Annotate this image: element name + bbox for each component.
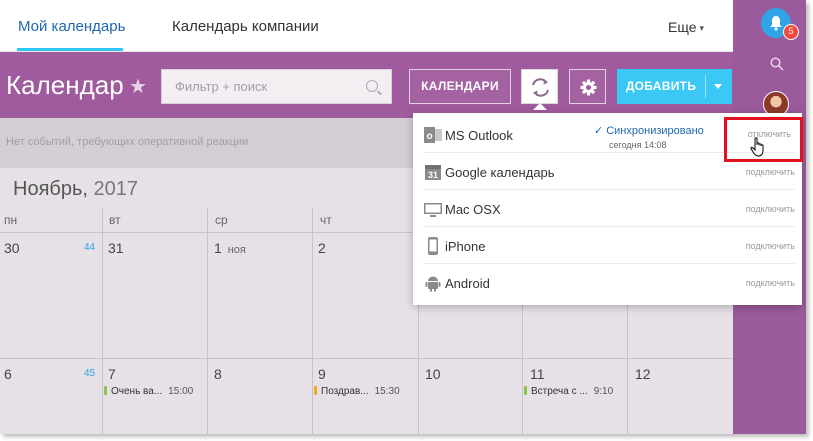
- weekday-label: ср: [215, 213, 228, 227]
- more-menu[interactable]: Еще ▾: [668, 19, 704, 35]
- add-button-divider: [705, 75, 706, 98]
- event-color-dot: [314, 386, 317, 395]
- week-number: 44: [84, 242, 96, 253]
- grid-line: [102, 208, 103, 434]
- calendar-event[interactable]: Поздрав... 15:30: [314, 386, 400, 397]
- add-dropdown-arrow-icon[interactable]: [714, 84, 722, 89]
- sync-status-label: Синхронизировано: [606, 125, 704, 137]
- caret-down-icon: ▾: [699, 22, 705, 33]
- day-cell[interactable]: 1 ноя: [214, 240, 246, 256]
- event-title: Поздрав...: [321, 386, 369, 397]
- monitor-icon: [424, 203, 442, 217]
- calendar-event[interactable]: Встреча с ... 9:10: [524, 386, 613, 397]
- add-button-label: ДОБАВИТЬ: [625, 79, 697, 93]
- event-color-dot: [524, 386, 527, 395]
- day-cell[interactable]: 6: [4, 366, 12, 382]
- connect-link[interactable]: подключить: [746, 204, 795, 214]
- calendars-button[interactable]: КАЛЕНДАРИ: [409, 69, 511, 104]
- svg-text:o: o: [426, 131, 432, 142]
- sync-item-label: iPhone: [445, 239, 486, 254]
- search-icon: [770, 57, 784, 71]
- sidebar-search-button[interactable]: [770, 57, 784, 76]
- grid-line: [312, 208, 313, 434]
- connect-link[interactable]: подключить: [746, 241, 795, 251]
- iphone-icon: [428, 237, 438, 255]
- connect-link[interactable]: подключить: [746, 278, 795, 288]
- day-cell[interactable]: 11: [530, 366, 545, 382]
- day-cell[interactable]: 7: [108, 366, 116, 382]
- active-tab-indicator: [17, 48, 123, 51]
- svg-text:31: 31: [428, 170, 438, 180]
- weekday-label: чт: [320, 213, 332, 227]
- search-box[interactable]: [161, 69, 392, 104]
- top-tab-bar: Мой календарь Календарь компании Еще ▾: [0, 0, 733, 52]
- sync-status: ✓ Синхронизировано: [594, 124, 704, 137]
- month-title: Ноябрь, 2017: [13, 178, 138, 201]
- day-cell[interactable]: 10: [425, 366, 441, 382]
- day-cell[interactable]: 2: [318, 240, 326, 256]
- notifications-badge: 5: [783, 24, 799, 40]
- sync-item-android[interactable]: Android подключить: [423, 265, 795, 301]
- star-icon[interactable]: ★: [129, 74, 147, 99]
- app-window: Мой календарь Календарь компании Еще ▾ Ка…: [0, 0, 806, 434]
- sync-item-label: MS Outlook: [445, 128, 513, 143]
- notice-text: Нет событий, требующих оперативной реакц…: [6, 136, 249, 148]
- event-time: 15:00: [168, 386, 194, 397]
- month-suffix: ноя: [227, 244, 246, 256]
- day-cell[interactable]: 8: [214, 366, 222, 382]
- day-cell[interactable]: 12: [635, 366, 651, 382]
- calendar-header: Календарь ★ КАЛЕНДАРИ: [0, 52, 733, 118]
- outlook-icon: o: [424, 127, 442, 143]
- day-cell[interactable]: 30: [4, 240, 20, 256]
- week-number: 45: [84, 368, 96, 379]
- bell-icon: [770, 16, 782, 31]
- sync-item-mac[interactable]: Mac OSX подключить: [423, 191, 795, 227]
- day-number: 1: [214, 240, 222, 256]
- page-title: Календарь: [6, 70, 124, 100]
- sync-icon: [532, 78, 549, 97]
- sync-item-label: Google календарь: [445, 165, 555, 180]
- google-calendar-icon: 31: [425, 165, 441, 180]
- tab-company-calendar[interactable]: Календарь компании: [172, 18, 319, 35]
- hand-cursor-icon: [750, 137, 764, 157]
- sync-item-label: Mac OSX: [445, 202, 501, 217]
- tab-my-calendar[interactable]: Мой календарь: [18, 18, 125, 35]
- weekday-label: пн: [4, 213, 18, 227]
- event-color-dot: [104, 386, 107, 395]
- sync-time: сегодня 14:08: [609, 140, 667, 150]
- android-icon: [425, 276, 441, 292]
- checkmark-icon: ✓: [594, 125, 604, 137]
- sync-item-label: Android: [445, 276, 490, 291]
- calendar-event[interactable]: Очень ва... 15:00: [104, 386, 193, 397]
- event-title: Встреча с ...: [531, 386, 588, 397]
- day-cell[interactable]: 9: [318, 366, 326, 382]
- weekday-label: вт: [109, 213, 121, 227]
- grid-line: [207, 208, 208, 434]
- search-icon[interactable]: [366, 80, 378, 92]
- event-time: 9:10: [593, 386, 614, 397]
- month-label: Ноябрь,: [13, 178, 88, 200]
- search-input[interactable]: [162, 70, 352, 103]
- add-button[interactable]: ДОБАВИТЬ: [617, 69, 732, 104]
- sync-item-iphone[interactable]: iPhone подключить: [423, 228, 795, 264]
- settings-button[interactable]: [569, 69, 606, 104]
- event-time: 15:30: [374, 386, 400, 397]
- day-cell[interactable]: 31: [108, 240, 124, 256]
- event-title: Очень ва...: [111, 386, 163, 397]
- grid-line: [0, 358, 733, 359]
- gear-icon: [580, 79, 597, 96]
- connect-link[interactable]: подключить: [746, 167, 795, 177]
- sync-button[interactable]: [521, 69, 558, 110]
- year-label: 2017: [93, 178, 139, 200]
- more-label: Еще: [668, 19, 697, 35]
